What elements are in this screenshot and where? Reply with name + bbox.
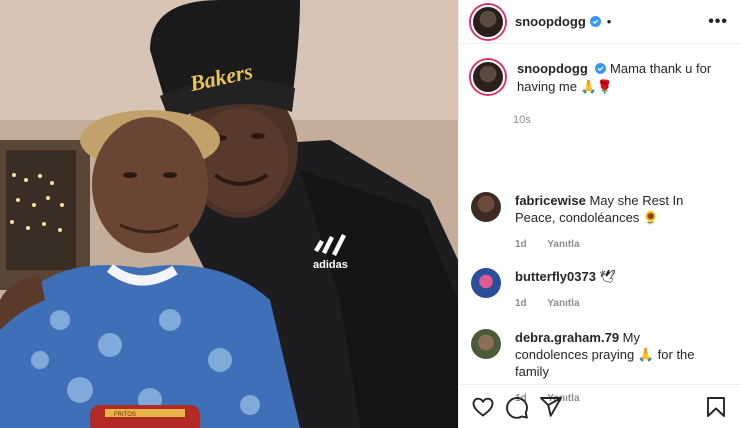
comment-body: fabricewise May she Rest In Peace, condo… xyxy=(515,192,715,253)
like-heart-icon[interactable] xyxy=(471,395,495,419)
author-avatar[interactable] xyxy=(471,4,505,39)
commenter-avatar[interactable] xyxy=(471,192,501,222)
comment-text: 🕊 xyxy=(599,269,617,284)
comment-age[interactable]: 1d xyxy=(515,239,527,250)
post-header: snoopdogg • ••• xyxy=(459,0,740,44)
post-time[interactable]: 10s xyxy=(513,114,740,126)
caption-avatar[interactable] xyxy=(471,60,505,94)
more-options-button[interactable]: ••• xyxy=(708,13,728,31)
comment-meta: 1d Yanıtla xyxy=(515,236,715,253)
jacket-brand-text: adidas xyxy=(313,259,348,271)
photo-illustration: adidas Bakers FRITOS xyxy=(0,0,458,428)
reply-button[interactable]: Yanıtla xyxy=(547,239,579,250)
author-username[interactable]: snoopdogg xyxy=(515,14,586,29)
comment-body: butterfly0373 🕊 1d Yanıtla xyxy=(515,268,715,312)
comment-username[interactable]: debra.graham.79 xyxy=(515,330,619,345)
comment-bubble-icon[interactable] xyxy=(505,395,529,419)
comment-item: butterfly0373 🕊 1d Yanıtla xyxy=(459,268,727,312)
post-photo[interactable]: adidas Bakers FRITOS xyxy=(0,0,458,428)
share-paper-plane-icon[interactable] xyxy=(539,395,563,419)
commenter-avatar[interactable] xyxy=(471,268,501,298)
comment-age[interactable]: 1d xyxy=(515,298,527,309)
tin-text: FRITOS xyxy=(114,412,136,418)
verified-badge-icon xyxy=(589,16,601,27)
comment-item: fabricewise May she Rest In Peace, condo… xyxy=(459,192,727,253)
post-sidebar: snoopdogg • ••• snoopdogg Mama thank u f… xyxy=(458,0,740,428)
post-caption: snoopdogg Mama thank u for having me 🙏🌹 xyxy=(459,44,740,96)
post-modal: adidas Bakers FRITOS snoopdogg • ••• sno… xyxy=(0,0,740,428)
comment-username[interactable]: fabricewise xyxy=(515,193,586,208)
header-dot: • xyxy=(606,14,612,29)
comment-meta: 1d Yanıtla xyxy=(515,295,715,312)
comment-username[interactable]: butterfly0373 xyxy=(515,269,596,284)
commenter-avatar[interactable] xyxy=(471,329,501,359)
save-bookmark-icon[interactable] xyxy=(704,395,728,419)
caption-text-block: snoopdogg Mama thank u for having me 🙏🌹 xyxy=(517,60,727,96)
caption-verified-icon xyxy=(595,63,607,74)
post-actions xyxy=(459,384,740,428)
caption-username[interactable]: snoopdogg xyxy=(517,61,588,76)
reply-button[interactable]: Yanıtla xyxy=(547,298,579,309)
